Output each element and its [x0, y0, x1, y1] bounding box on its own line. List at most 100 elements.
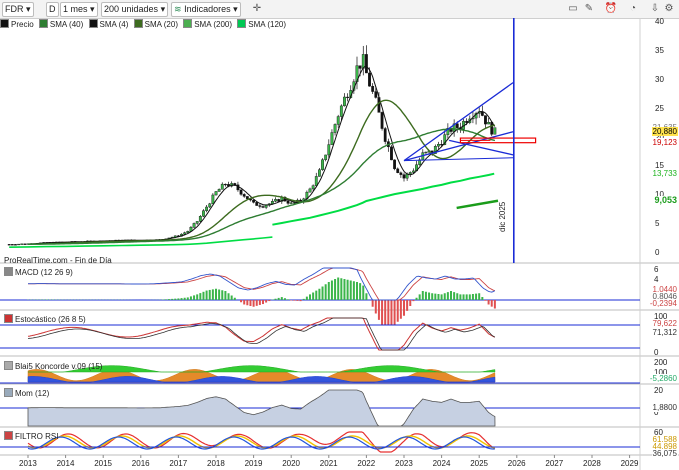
- candle-body: [289, 202, 293, 204]
- candle-body: [7, 244, 11, 246]
- macd-histogram-bar: [409, 300, 412, 306]
- macd-histogram-bar: [327, 282, 330, 300]
- candle-body: [202, 210, 205, 217]
- candle-body: [223, 183, 227, 186]
- macd-histogram-bar: [421, 291, 424, 300]
- macd-histogram-bar: [428, 292, 431, 300]
- macd-histogram-bar: [305, 296, 308, 300]
- year-label: 2018: [207, 459, 225, 468]
- macd-histogram-bar: [318, 288, 321, 300]
- candle-body: [487, 122, 490, 125]
- candle-body: [208, 203, 212, 208]
- macd-histogram-bar: [246, 300, 249, 306]
- macd-histogram-bar: [390, 300, 393, 325]
- macd-histogram-bar: [183, 297, 186, 300]
- macd-histogram-bar: [224, 291, 227, 300]
- macd-histogram-bar: [437, 294, 440, 300]
- candle-body: [321, 159, 324, 170]
- macd-histogram-bar: [493, 300, 496, 309]
- macd-histogram-bar: [199, 293, 202, 300]
- macd-badge: -0,2394: [648, 299, 678, 308]
- macd-histogram-bar: [384, 300, 387, 325]
- year-label: 2021: [319, 459, 338, 468]
- trendline-base: [403, 157, 514, 162]
- sma200-line: [456, 199, 499, 210]
- macd-histogram-bar: [415, 297, 418, 300]
- macd-histogram-bar: [268, 300, 271, 302]
- macd-histogram-bar: [412, 300, 415, 302]
- macd-histogram-bar: [221, 290, 224, 300]
- macd-histogram-bar: [193, 295, 196, 300]
- macd-histogram-bar: [324, 284, 327, 300]
- candle-body: [333, 124, 337, 133]
- candle-body: [308, 188, 312, 193]
- macd-histogram-bar: [202, 291, 205, 300]
- candle-body: [390, 146, 393, 161]
- year-label: 2027: [545, 459, 564, 468]
- year-label: 2017: [169, 459, 188, 468]
- koncorde-title-text: Blai5 Koncorde v.09 (15): [15, 362, 103, 371]
- macd-tick: 6: [654, 265, 659, 274]
- macd-histogram-bar: [218, 289, 221, 300]
- macd-histogram-bar: [418, 294, 421, 300]
- macd-histogram-bar: [371, 300, 374, 307]
- macd-histogram-bar: [424, 291, 427, 300]
- macd-histogram-bar: [399, 300, 402, 319]
- year-label: 2025: [470, 459, 488, 468]
- candle-body: [343, 96, 346, 107]
- macd-histogram-bar: [440, 294, 443, 300]
- year-label: 2024: [432, 459, 451, 468]
- macd-histogram-bar: [462, 294, 465, 300]
- candle-body: [261, 206, 265, 208]
- macd-histogram-bar: [352, 281, 355, 300]
- stoch-badge: 79,622: [651, 319, 678, 328]
- macd-histogram-bar: [362, 285, 365, 300]
- macd-histogram-bar: [374, 300, 377, 314]
- year-label: 2013: [19, 459, 37, 468]
- stoch-icon: [4, 314, 13, 323]
- candle-body: [396, 168, 400, 173]
- stoch-title[interactable]: Estocástico (26 8 5): [4, 314, 86, 324]
- candle-body: [286, 200, 290, 204]
- rsi-icon: [4, 431, 13, 440]
- macd-histogram-bar: [186, 297, 189, 300]
- year-label: 2023: [395, 459, 413, 468]
- year-label: 2026: [507, 459, 526, 468]
- sma20-line: [28, 99, 496, 245]
- candle-body: [339, 105, 343, 117]
- macd-histogram-bar: [365, 293, 368, 300]
- candle-body: [311, 185, 315, 190]
- candle-body: [277, 199, 281, 202]
- macd-title[interactable]: MACD (12 26 9): [4, 267, 73, 277]
- macd-histogram-bar: [487, 300, 490, 305]
- candle-body: [408, 172, 412, 175]
- macd-histogram-bar: [471, 294, 474, 300]
- macd-histogram-bar: [258, 300, 261, 305]
- macd-histogram-bar: [356, 282, 358, 300]
- stoch-tick: 0: [654, 348, 659, 357]
- macd-histogram-bar: [359, 283, 362, 300]
- candle-body: [198, 216, 202, 222]
- macd-histogram-bar: [490, 300, 493, 307]
- candle-body: [205, 206, 208, 211]
- candle-body: [245, 196, 249, 200]
- candle-body: [484, 115, 487, 125]
- stoch-k-line: [27, 317, 496, 351]
- candle-body: [258, 205, 262, 207]
- trendline-upper: [403, 82, 514, 162]
- macd-histogram-bar: [453, 292, 456, 300]
- rsi-title[interactable]: FILTRO RSI: [4, 431, 58, 441]
- macd-histogram-bar: [302, 298, 305, 300]
- macd-histogram-bar: [189, 296, 192, 300]
- mom-title[interactable]: Mom (12): [4, 388, 49, 398]
- chart-canvas[interactable]: [0, 0, 679, 470]
- year-label: 2028: [583, 459, 601, 468]
- macd-histogram-bar: [171, 298, 174, 300]
- koncorde-tick: 200: [654, 358, 668, 367]
- macd-histogram-bar: [233, 297, 236, 300]
- macd-histogram-bar: [177, 298, 180, 300]
- macd-histogram-bar: [315, 290, 318, 300]
- price-badge: 20,880: [651, 127, 678, 137]
- source-label: ProRealTime.com - Fin de Día: [4, 256, 112, 265]
- koncorde-title[interactable]: Blai5 Koncorde v.09 (15): [4, 361, 102, 371]
